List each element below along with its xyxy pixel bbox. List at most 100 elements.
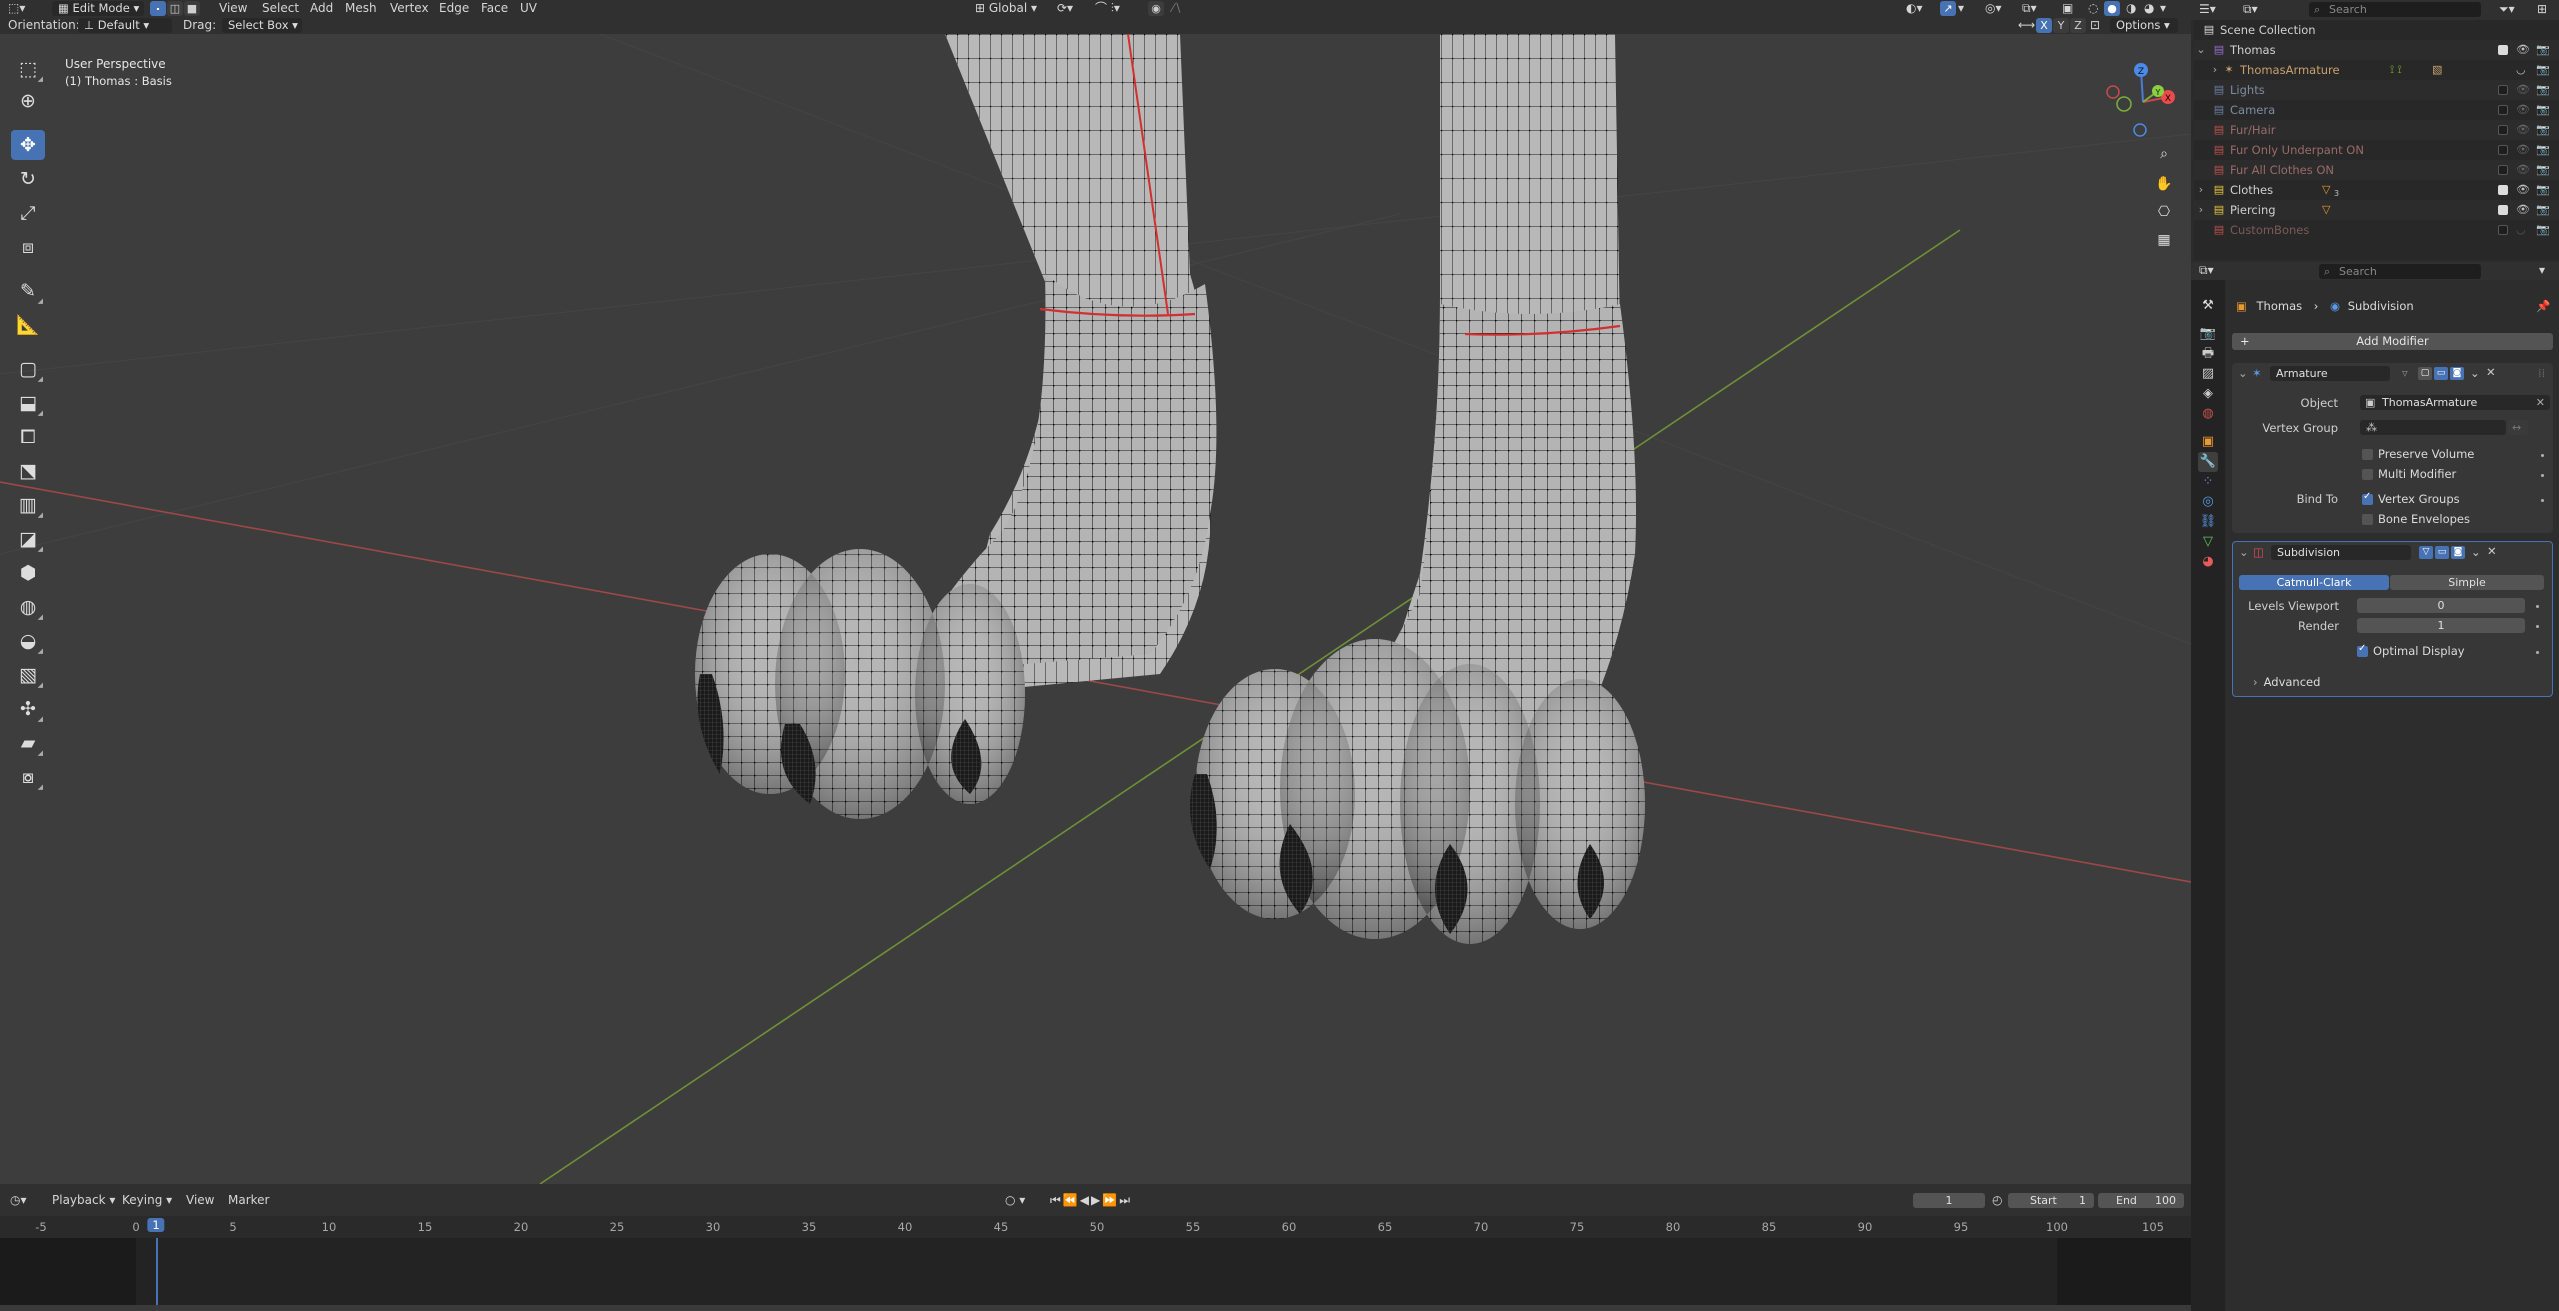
- modifier-menu-icon[interactable]: ⌄: [2471, 545, 2481, 559]
- eye-icon[interactable]: 👁: [2516, 160, 2530, 180]
- orientation-dropdown[interactable]: ⊥ Default ▾: [78, 18, 172, 33]
- outliner-row-thomas[interactable]: ⌄ ▤ Thomas 👁 📷: [2194, 40, 2559, 60]
- keyframe-dot[interactable]: [2536, 651, 2539, 654]
- scale-icon[interactable]: ⤢: [11, 198, 45, 228]
- filter-icon[interactable]: ⏷▾: [2499, 1, 2515, 18]
- viewport-toggle-icon[interactable]: ▭: [2434, 367, 2448, 380]
- expand-icon[interactable]: ›: [2194, 183, 2208, 197]
- start-frame-field[interactable]: Start 1: [2008, 1193, 2094, 1208]
- timeline-ruler[interactable]: -5 0 1 5 10 15 20 25 30 35 40 45 50 55 6…: [0, 1216, 2191, 1238]
- advanced-subpanel[interactable]: › Advanced: [2253, 675, 2320, 689]
- end-frame-field[interactable]: End 100: [2098, 1193, 2184, 1208]
- outliner-editor-icon[interactable]: ☰▾: [2199, 1, 2216, 18]
- camera-view-icon[interactable]: ⎔: [2152, 200, 2176, 224]
- timeline-menu-marker[interactable]: Marker: [228, 1192, 269, 1209]
- drag-handle-icon[interactable]: ⁞⁞: [2538, 366, 2545, 380]
- shading-wireframe-icon[interactable]: ◌: [2088, 0, 2098, 17]
- vertex-group-field[interactable]: ⁂: [2360, 420, 2506, 435]
- preserve-volume-checkbox[interactable]: [2362, 449, 2373, 460]
- material-tab-icon[interactable]: ◕: [2198, 552, 2218, 572]
- pin-icon[interactable]: 📌: [2536, 299, 2550, 313]
- eye-icon[interactable]: ◡: [2516, 220, 2526, 240]
- modifier-menu-icon[interactable]: ⌄: [2470, 366, 2480, 380]
- view-layer-tab-icon[interactable]: ▨: [2198, 364, 2218, 384]
- playhead-frame[interactable]: 1: [147, 1218, 165, 1232]
- remove-modifier-icon[interactable]: ✕: [2486, 365, 2496, 379]
- 3d-viewport[interactable]: X Y Z User Perspective (1) Thomas : Basi…: [0, 34, 2191, 1184]
- menu-view[interactable]: View: [219, 0, 247, 17]
- select-box-icon[interactable]: ⬚ ◢: [11, 54, 45, 84]
- current-frame-field[interactable]: 1: [1913, 1193, 1985, 1208]
- scene-tab-icon[interactable]: ◈: [2198, 384, 2218, 404]
- gizmo-dropdown-icon[interactable]: ▾: [1958, 0, 1964, 17]
- add-cube-icon[interactable]: ▢ ◢: [11, 354, 45, 384]
- on-cage-toggle-icon[interactable]: ▽: [2419, 546, 2433, 559]
- measure-icon[interactable]: 📐: [11, 310, 45, 340]
- mirror-z-toggle[interactable]: Z: [2070, 18, 2086, 33]
- subdivision-name-field[interactable]: Subdivision: [2271, 545, 2411, 560]
- keyframe-dot[interactable]: [2536, 605, 2539, 608]
- shrink-fatten-icon[interactable]: ✣ ◢: [11, 694, 45, 724]
- tool-tab-icon[interactable]: ⚒: [2198, 296, 2218, 316]
- mesh-overlay-icon[interactable]: ⧉▾: [2022, 0, 2037, 17]
- vertex-select-icon[interactable]: ⬝: [150, 1, 166, 16]
- shading-solid-icon[interactable]: ●: [2104, 1, 2120, 16]
- play-reverse-icon[interactable]: ◀: [1080, 1193, 1091, 1207]
- output-tab-icon[interactable]: 🖶: [2198, 344, 2218, 364]
- render-camera-icon[interactable]: 📷: [2536, 120, 2550, 140]
- modifier-tab-icon[interactable]: 🔧: [2198, 452, 2218, 472]
- outliner-row-fur-hair[interactable]: ▤ Fur/Hair 👁 📷: [2194, 120, 2559, 140]
- transform-icon[interactable]: ⧈: [11, 232, 45, 262]
- autokey-icon[interactable]: ○ ▾: [1005, 1192, 1025, 1209]
- vertex-groups-checkbox[interactable]: [2362, 491, 2373, 505]
- shear-icon[interactable]: ▰ ◢: [11, 728, 45, 758]
- include-checkbox[interactable]: [2498, 105, 2508, 115]
- snap-icon[interactable]: ⌒ ⫶▾: [1095, 0, 1120, 17]
- keyframe-dot[interactable]: [2536, 625, 2539, 628]
- keyframe-dot[interactable]: [2541, 499, 2544, 502]
- menu-face[interactable]: Face: [481, 0, 508, 17]
- bone-envelopes-checkbox[interactable]: [2362, 514, 2373, 525]
- zoom-icon[interactable]: ⌕: [2152, 142, 2176, 166]
- shading-options-icon[interactable]: ▾: [2160, 0, 2166, 17]
- include-checkbox[interactable]: [2498, 165, 2508, 175]
- display-mode-icon[interactable]: ⧉▾: [2243, 1, 2258, 18]
- catmull-clark-toggle[interactable]: Catmull-Clark: [2239, 575, 2389, 590]
- annotate-icon[interactable]: ✎ ◢: [11, 276, 45, 306]
- render-camera-icon[interactable]: 📷: [2536, 220, 2550, 240]
- keyframe-dot[interactable]: [2541, 454, 2544, 457]
- shading-rendered-icon[interactable]: ◕: [2144, 0, 2154, 17]
- menu-uv[interactable]: UV: [520, 0, 537, 17]
- armature-name-field[interactable]: Armature: [2270, 366, 2390, 381]
- render-camera-icon[interactable]: 📷: [2536, 100, 2550, 120]
- options-dropdown[interactable]: Options ▾: [2110, 18, 2178, 33]
- object-field[interactable]: ▣ ThomasArmature ✕: [2360, 395, 2550, 410]
- eye-icon[interactable]: 👁: [2516, 80, 2530, 100]
- extrude-icon[interactable]: ⬓ ◢: [11, 388, 45, 418]
- eye-icon[interactable]: 👁: [2516, 200, 2530, 220]
- autoxform-icon[interactable]: ⊡: [2090, 17, 2100, 34]
- clear-object-icon[interactable]: ✕: [2536, 395, 2545, 410]
- render-camera-icon[interactable]: 📷: [2536, 180, 2550, 200]
- outliner-row-custombones[interactable]: ▤ CustomBones ◡ 📷: [2194, 220, 2559, 240]
- inset-icon[interactable]: ⧠: [11, 422, 45, 452]
- face-select-icon[interactable]: ■: [184, 1, 200, 16]
- eye-icon[interactable]: 👁: [2516, 120, 2530, 140]
- poly-build-icon[interactable]: ⬢: [11, 558, 45, 588]
- menu-edge[interactable]: Edge: [439, 0, 469, 17]
- properties-search[interactable]: ⌕ Search: [2319, 264, 2481, 279]
- collapse-icon[interactable]: ⌄: [2194, 43, 2208, 57]
- eye-icon[interactable]: 👁: [2516, 100, 2530, 120]
- include-checkbox[interactable]: [2498, 145, 2508, 155]
- outliner-row-fur-underpant[interactable]: ▤ Fur Only Underpant ON 👁 📷: [2194, 140, 2559, 160]
- render-camera-icon[interactable]: 📷: [2536, 160, 2550, 180]
- particles-tab-icon[interactable]: ⁘: [2198, 472, 2218, 492]
- rotate-icon[interactable]: ↻: [11, 164, 45, 194]
- physics-tab-icon[interactable]: ◎: [2198, 492, 2218, 512]
- outliner-search[interactable]: ⌕ Search: [2309, 2, 2481, 17]
- menu-vertex[interactable]: Vertex: [390, 0, 429, 17]
- simple-toggle[interactable]: Simple: [2390, 575, 2544, 590]
- panel-collapse-icon[interactable]: ⌄: [2238, 366, 2248, 380]
- outliner-row-fur-all-clothes[interactable]: ▤ Fur All Clothes ON 👁 📷: [2194, 160, 2559, 180]
- remove-modifier-icon[interactable]: ✕: [2487, 544, 2497, 558]
